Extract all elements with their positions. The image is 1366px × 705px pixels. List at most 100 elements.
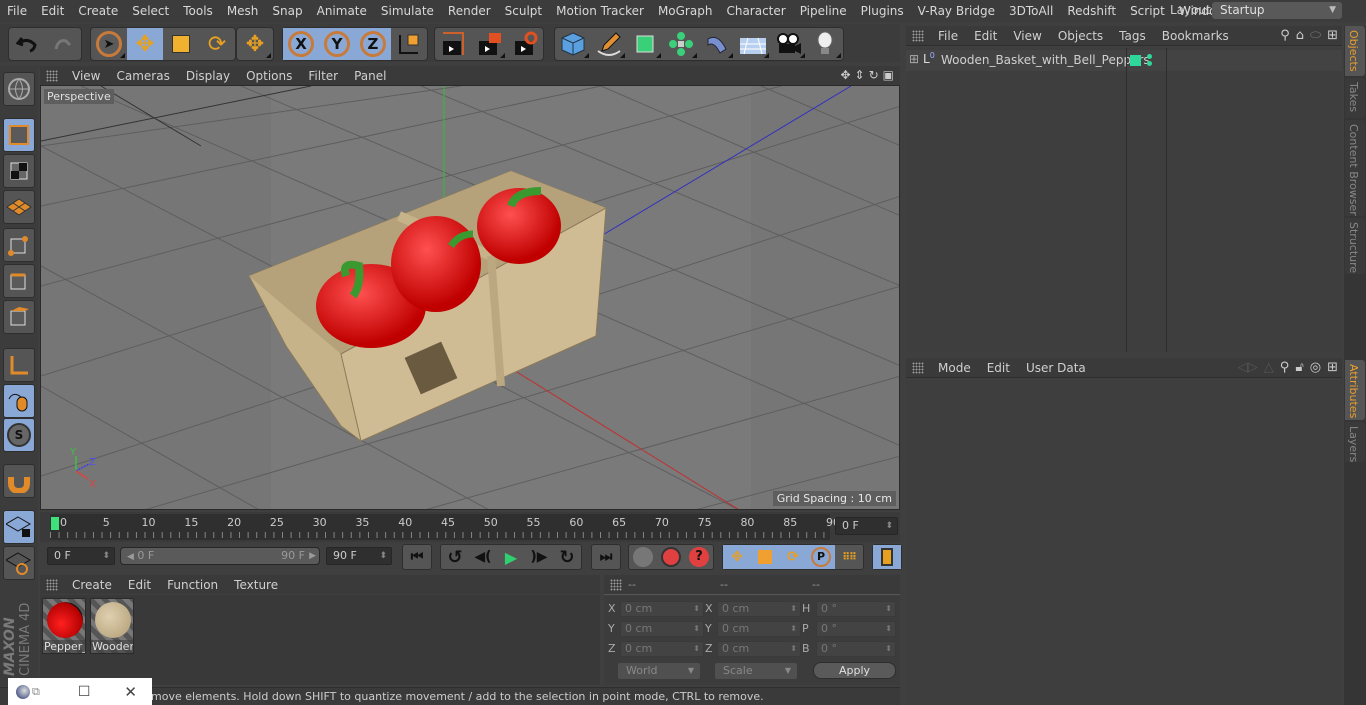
tweak-mode-button[interactable] <box>3 384 35 418</box>
objects-menu-tags[interactable]: Tags <box>1111 29 1154 43</box>
z-axis-button[interactable]: Z <box>355 28 391 60</box>
recent-tool-button[interactable]: ✥ <box>237 28 273 60</box>
planar-workplane-button[interactable] <box>3 546 35 580</box>
object-row[interactable]: ⊞ L0 Wooden_Basket_with_Bell_Peppers <box>906 50 1342 71</box>
back-arrow-icon[interactable]: ◁▷ <box>1238 360 1258 375</box>
attributes-menu-mode[interactable]: Mode <box>930 361 979 375</box>
viewport-menu-panel[interactable]: Panel <box>346 69 394 83</box>
texture-mode-button[interactable] <box>3 154 35 188</box>
menu-file[interactable]: File <box>0 4 34 18</box>
menu-motion-tracker[interactable]: Motion Tracker <box>549 4 651 18</box>
tab-layers[interactable]: Layers <box>1345 422 1365 462</box>
objects-menu-edit[interactable]: Edit <box>966 29 1005 43</box>
coord-field[interactable]: 0 cm ⬍ <box>717 601 801 617</box>
lock-workplane-button[interactable] <box>3 510 35 544</box>
viewport-menu-view[interactable]: View <box>64 69 108 83</box>
goto-end-button[interactable]: ⏭ <box>592 545 620 569</box>
snap-button[interactable] <box>3 464 35 498</box>
key-rotation-button[interactable]: ⟳ <box>779 545 807 569</box>
tab-content-browser[interactable]: Content Browser <box>1345 120 1365 216</box>
solo-mode-button[interactable]: S <box>3 418 35 452</box>
coord-field[interactable]: 0 cm ⬍ <box>620 601 704 617</box>
render-settings-button[interactable] <box>507 28 543 60</box>
cube-button[interactable] <box>555 28 591 60</box>
tab-attributes[interactable]: Attributes <box>1345 360 1365 420</box>
layout-dropdown[interactable]: Startup ▼ <box>1212 2 1342 19</box>
menu-simulate[interactable]: Simulate <box>374 4 441 18</box>
redo-button[interactable] <box>45 28 81 60</box>
menu-vray-bridge[interactable]: V-Ray Bridge <box>911 4 1002 18</box>
y-axis-button[interactable]: Y <box>319 28 355 60</box>
points-mode-button[interactable] <box>3 228 35 262</box>
material-swatch-wooden[interactable]: Wooden <box>90 598 134 654</box>
timeline-window-button[interactable] <box>873 545 901 569</box>
eye-icon[interactable]: ⬭ <box>1310 28 1321 43</box>
menu-pipeline[interactable]: Pipeline <box>793 4 854 18</box>
menu-mograph[interactable]: MoGraph <box>651 4 720 18</box>
play-button[interactable]: ▶ <box>497 545 525 569</box>
menu-redshift[interactable]: Redshift <box>1060 4 1123 18</box>
record-keys-button[interactable] <box>629 545 657 569</box>
new-panel-icon[interactable]: ⊞ <box>1327 360 1338 375</box>
coord-field[interactable]: 0 cm ⬍ <box>620 641 704 657</box>
expand-icon[interactable]: ⊞ <box>909 52 919 66</box>
menu-animate[interactable]: Animate <box>310 4 374 18</box>
viewport-menu-options[interactable]: Options <box>238 69 300 83</box>
scale-tool-button[interactable] <box>163 28 199 60</box>
next-key-button[interactable]: ↻ <box>553 545 581 569</box>
menu-edit[interactable]: Edit <box>34 4 71 18</box>
goto-start-button[interactable]: ⏮ <box>403 545 431 569</box>
prev-frame-button[interactable]: ◀( <box>469 545 497 569</box>
live-selection-button[interactable]: ➤ <box>91 28 127 60</box>
target-icon[interactable]: ◎ <box>1310 360 1321 375</box>
zoom-view-icon[interactable]: ⇕ <box>855 68 865 82</box>
coord-field[interactable]: 0 ° ⬍ <box>816 601 896 617</box>
current-frame-field[interactable]: 0 F ⬍ <box>835 517 898 535</box>
coord-field[interactable]: 0 cm ⬍ <box>717 641 801 657</box>
coordinate-mode-dropdown[interactable]: World ▼ <box>618 663 700 679</box>
keyframe-selection-button[interactable]: ? <box>685 545 713 569</box>
render-picture-viewer-button[interactable] <box>471 28 507 60</box>
coord-field[interactable]: 0 ° ⬍ <box>816 621 896 637</box>
search-icon[interactable]: ⚲ <box>1280 360 1290 375</box>
viewport-menu-display[interactable]: Display <box>178 69 238 83</box>
menu-render[interactable]: Render <box>441 4 498 18</box>
coordinate-system-button[interactable] <box>391 28 427 60</box>
home-icon[interactable]: ⌂ <box>1296 28 1304 43</box>
objects-menu-bookmarks[interactable]: Bookmarks <box>1154 29 1237 43</box>
timeline-playhead[interactable] <box>51 517 59 530</box>
search-icon[interactable]: ⚲ <box>1280 28 1290 43</box>
range-right-arrow-icon[interactable]: ▶ <box>309 548 316 564</box>
coord-field[interactable]: 0 cm ⬍ <box>620 621 704 637</box>
polygons-mode-button[interactable] <box>3 300 35 334</box>
restore-icon[interactable]: ⧉ <box>32 685 40 699</box>
attributes-menu-edit[interactable]: Edit <box>979 361 1018 375</box>
menu-plugins[interactable]: Plugins <box>854 4 911 18</box>
material-swatch-pepper[interactable]: Pepper_ <box>42 598 86 654</box>
viewport-menu-filter[interactable]: Filter <box>300 69 346 83</box>
rotate-tool-button[interactable]: ⟳ <box>199 28 235 60</box>
range-left-arrow-icon[interactable]: ◀ <box>127 552 134 562</box>
deformer-button[interactable] <box>699 28 735 60</box>
floor-button[interactable] <box>735 28 771 60</box>
attributes-menu-user-data[interactable]: User Data <box>1018 361 1094 375</box>
lock-icon[interactable]: 🔓︎ <box>1295 360 1303 375</box>
menu-snap[interactable]: Snap <box>265 4 309 18</box>
make-editable-button[interactable] <box>3 72 35 106</box>
frame-range-slider[interactable]: ◀ 0 F 90 F ▶ <box>120 547 320 565</box>
timeline-ruler[interactable]: 0 5 10 15 20 25 30 35 40 45 50 55 60 65 70 75 80 85 90 <box>50 514 840 540</box>
model-mode-button[interactable] <box>3 118 35 152</box>
coordinate-type-dropdown[interactable]: Scale ▼ <box>715 663 797 679</box>
autokey-button[interactable] <box>657 545 685 569</box>
menu-script[interactable]: Script <box>1123 4 1172 18</box>
new-panel-icon[interactable]: ⊞ <box>1327 28 1338 43</box>
prev-key-button[interactable]: ↺ <box>441 545 469 569</box>
viewport-menu-cameras[interactable]: Cameras <box>108 69 177 83</box>
camera-button[interactable] <box>771 28 807 60</box>
maximize-button[interactable]: ☐ <box>78 684 91 700</box>
maximize-view-icon[interactable]: ▣ <box>883 68 894 82</box>
menu-tools[interactable]: Tools <box>176 4 220 18</box>
menu-character[interactable]: Character <box>719 4 792 18</box>
menu-mesh[interactable]: Mesh <box>220 4 266 18</box>
menu-create[interactable]: Create <box>71 4 125 18</box>
